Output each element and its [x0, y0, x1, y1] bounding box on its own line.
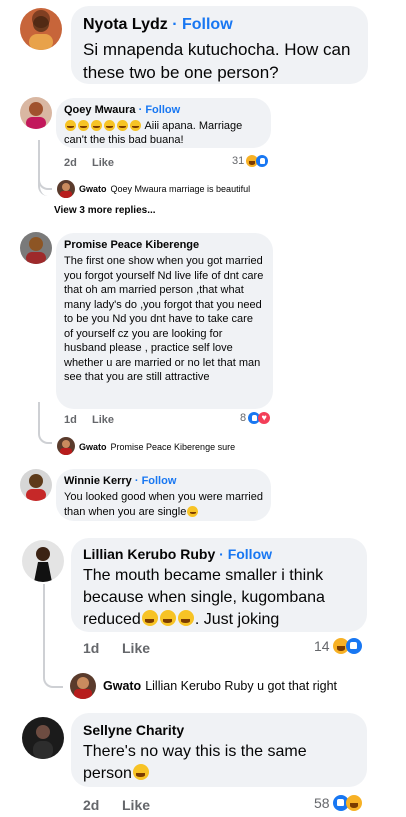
comment-bubble: Nyota Lydz · Follow Si mnapenda kutuchoc… — [71, 6, 368, 84]
reply-item: Gwato Lillian Kerubo Ruby u got that rig… — [103, 679, 337, 693]
follow-button[interactable]: Follow — [145, 104, 180, 116]
like-button[interactable]: Like — [122, 797, 150, 813]
comment-text: You looked good when you were married th… — [64, 491, 263, 518]
reaction-count: 14 — [314, 638, 330, 654]
reaction-count: 8 — [240, 412, 247, 424]
follow-dot: · — [134, 475, 139, 487]
comment-bubble: Winnie Kerry · Follow You looked good wh… — [56, 469, 271, 521]
reaction-summary[interactable]: 58 — [314, 795, 362, 811]
avatar[interactable] — [22, 717, 64, 759]
reaction-count: 58 — [314, 795, 330, 811]
reply-text: Promise Peace Kiberenge sure — [110, 442, 236, 452]
reply-item: Gwato Qoey Mwaura marriage is beautiful — [79, 184, 250, 194]
reply-item: Gwato Promise Peace Kiberenge sure — [79, 442, 235, 452]
commenter-name[interactable]: Lillian Kerubo Ruby — [83, 546, 215, 562]
commenter-name[interactable]: Winnie Kerry — [64, 475, 132, 487]
commenter-name[interactable]: Sellyne Charity — [83, 721, 355, 739]
avatar[interactable] — [22, 540, 64, 582]
commenter-name[interactable]: Qoey Mwaura — [64, 104, 136, 116]
reply-thread-line — [38, 402, 52, 444]
like-button[interactable]: Like — [122, 640, 150, 656]
laughing-emoji-icon — [141, 610, 195, 628]
reply-text: Qoey Mwaura marriage is beautiful — [110, 184, 251, 194]
reply-thread-line — [43, 584, 63, 688]
comment-time: 2d — [64, 157, 77, 169]
commenter-name[interactable]: Nyota Lydz — [83, 16, 168, 33]
follow-dot: · — [219, 546, 224, 562]
like-button[interactable]: Like — [92, 414, 114, 426]
commenter-name[interactable]: Promise Peace Kiberenge — [64, 238, 265, 252]
comment-text: There's no way this is the same person — [83, 743, 307, 782]
love-reaction-icon — [258, 412, 271, 424]
comment-bubble: Qoey Mwaura · Follow Aiii apana. Marriag… — [56, 98, 271, 148]
winking-emoji-icon — [187, 505, 199, 517]
reaction-summary[interactable]: 8 — [240, 412, 271, 424]
reaction-summary[interactable]: 14 — [314, 638, 362, 654]
comment-bubble: Lillian Kerubo Ruby · Follow The mouth b… — [71, 538, 367, 632]
follow-button[interactable]: Follow — [142, 475, 177, 487]
avatar[interactable] — [20, 469, 52, 501]
comment-bubble: Promise Peace Kiberenge The first one sh… — [56, 233, 273, 409]
reaction-count: 31 — [232, 155, 245, 167]
laughing-emoji-icon — [64, 119, 142, 132]
view-more-replies-link[interactable]: View 3 more replies... — [54, 205, 156, 216]
like-reaction-icon — [345, 638, 362, 654]
follow-button[interactable]: Follow — [228, 546, 272, 562]
avatar[interactable] — [57, 180, 75, 198]
reply-author[interactable]: Gwato — [103, 679, 141, 693]
haha-reaction-icon — [345, 795, 362, 811]
comment-bubble: Sellyne Charity There's no way this is t… — [71, 713, 367, 787]
reply-author[interactable]: Gwato — [79, 184, 107, 194]
avatar[interactable] — [20, 232, 52, 264]
reply-text: Lillian Kerubo Ruby u got that right — [145, 679, 337, 693]
like-button[interactable]: Like — [92, 157, 114, 169]
comment-text-tail: . Just joking — [194, 611, 280, 628]
reaction-summary[interactable]: 31 — [232, 155, 269, 167]
comment-time: 1d — [64, 414, 77, 426]
like-reaction-icon — [256, 155, 269, 167]
avatar[interactable] — [20, 8, 62, 50]
thinking-emoji-icon — [132, 764, 149, 781]
avatar[interactable] — [20, 97, 52, 129]
comment-time: 1d — [83, 640, 100, 656]
follow-dot: · — [138, 104, 143, 116]
comment-text: The first one show when you got married … — [64, 255, 264, 383]
follow-button[interactable]: Follow — [182, 16, 233, 33]
reply-author[interactable]: Gwato — [79, 442, 107, 452]
avatar[interactable] — [70, 673, 96, 699]
comment-time: 2d — [83, 797, 100, 813]
avatar[interactable] — [57, 437, 75, 455]
follow-dot: · — [172, 16, 178, 33]
comment-text: Si mnapenda kutuchocha. How can these tw… — [83, 40, 351, 82]
